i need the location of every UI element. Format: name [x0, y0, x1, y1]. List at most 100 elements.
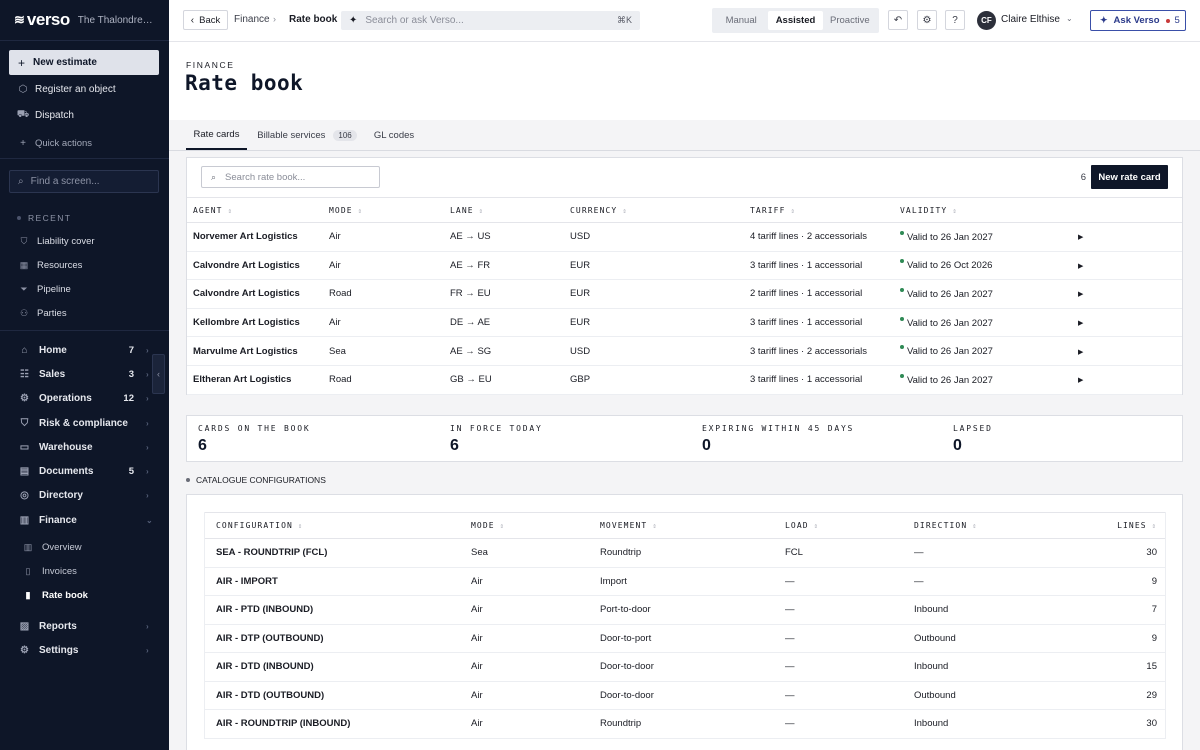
tab-rate-cards[interactable]: Rate cards: [186, 120, 247, 150]
column-header-configuration[interactable]: CONFIGURATION ⇕: [205, 512, 465, 539]
play-arrow-icon[interactable]: ▶: [1078, 377, 1083, 384]
truck-icon: ⛟: [16, 108, 30, 120]
column-header-validity[interactable]: VALIDITY ⇕: [894, 197, 1072, 223]
cell-agent: Norvemer Art Logistics: [187, 222, 323, 252]
table-row[interactable]: Marvulme Art Logistics Sea AE → SG USD 3 tar…: [187, 336, 1182, 366]
help-button[interactable]: ?: [945, 10, 965, 30]
nav-finance[interactable]: ▥ Finance ⌄: [18, 511, 154, 529]
sort-icon: ⇕: [478, 206, 484, 215]
play-arrow-icon[interactable]: ▶: [1078, 291, 1083, 298]
table-row[interactable]: Calvondre Art Logistics Road FR → EU EUR 2 t…: [187, 279, 1182, 309]
recent-item-parties[interactable]: ⚇ Parties: [18, 305, 67, 321]
recent-item-resources[interactable]: ▦ Resources: [18, 257, 83, 273]
column-header-direction[interactable]: DIRECTION ⇕: [908, 512, 1058, 539]
new-estimate-button[interactable]: + New estimate: [9, 50, 159, 75]
settings-button[interactable]: ⚙: [917, 10, 937, 30]
org-name[interactable]: The Thalondre Ar...: [78, 15, 153, 26]
cell-configuration: AIR - ROUNDTRIP (INBOUND): [205, 709, 465, 739]
status-dot: [900, 345, 904, 350]
nav-sales[interactable]: ☷ Sales 3 ›: [18, 365, 154, 383]
table-row[interactable]: AIR - DTD (OUTBOUND) Air Door-to-door — Outb…: [205, 681, 1165, 710]
table-row[interactable]: AIR - IMPORT Air Import — —9: [205, 567, 1165, 596]
chart-icon: ▥: [23, 541, 33, 552]
nav-operations[interactable]: ⚙ Operations 12 ›: [18, 389, 154, 407]
nav-label: Warehouse: [39, 441, 93, 453]
table-row[interactable]: SEA - ROUNDTRIP (FCL) Sea Roundtrip FCL —30: [205, 538, 1165, 568]
mode-assisted-button[interactable]: Assisted: [768, 11, 823, 30]
cell-actions[interactable]: ▶: [1072, 336, 1182, 366]
avatar[interactable]: CF: [977, 11, 996, 30]
breadcrumb-finance[interactable]: Finance: [234, 14, 270, 25]
back-button[interactable]: ‹ Back: [183, 10, 228, 30]
tab-gl-codes[interactable]: GL codes: [367, 120, 421, 150]
recent-item-pipeline[interactable]: ⏷ Pipeline: [18, 281, 70, 297]
status-dot: [900, 230, 904, 235]
play-arrow-icon[interactable]: ▶: [1078, 320, 1083, 327]
new-rate-card-button[interactable]: New rate card: [1091, 165, 1168, 189]
global-search-input[interactable]: ✦ Search or ask Verso... ⌘K: [341, 11, 640, 30]
cell-actions[interactable]: ▶: [1072, 365, 1182, 395]
verso-logo-icon: ≋: [14, 12, 25, 27]
nav-directory[interactable]: ◎ Directory ›: [18, 486, 154, 504]
table-row[interactable]: Calvondre Art Logistics Air AE → FR EUR 3 ta…: [187, 251, 1182, 281]
column-header-agent[interactable]: AGENT ⇕: [187, 197, 323, 223]
status-dot: [900, 316, 904, 321]
table-row[interactable]: AIR - DTP (OUTBOUND) Air Door-to-port — Outb…: [205, 624, 1165, 653]
cell-actions[interactable]: ▶: [1072, 222, 1182, 252]
rate-book-search-input[interactable]: ⌕ Search rate book...: [201, 166, 380, 188]
user-name[interactable]: Claire Elthise: [1001, 14, 1060, 25]
register-object-button[interactable]: ⬡ Register an object: [18, 80, 116, 98]
cell-configuration: AIR - DTD (OUTBOUND): [205, 681, 465, 710]
nav-finance-overview[interactable]: ▥ Overview: [22, 539, 82, 555]
undo-button[interactable]: ↶: [888, 10, 908, 30]
table-row[interactable]: AIR - PTD (INBOUND) Air Port-to-door — Inbou…: [205, 595, 1165, 625]
column-header-load[interactable]: LOAD ⇕: [779, 512, 908, 539]
cell-lane: DE → AE: [444, 308, 564, 338]
chevron-down-icon[interactable]: ⌄: [1066, 14, 1073, 23]
play-arrow-icon[interactable]: ▶: [1078, 234, 1083, 241]
column-header-lane[interactable]: LANE ⇕: [444, 197, 564, 223]
divider: [0, 40, 169, 41]
search-icon: ⌕: [18, 176, 24, 187]
nav-settings[interactable]: ⚙ Settings ›: [18, 641, 154, 659]
table-row[interactable]: AIR - ROUNDTRIP (INBOUND) Air Roundtrip — In…: [205, 709, 1165, 739]
cell-actions[interactable]: ▶: [1072, 279, 1182, 309]
brand[interactable]: ≋ verso The Thalondre Ar...: [14, 10, 153, 29]
nav-finance-invoices[interactable]: ▯ Invoices: [22, 563, 77, 579]
sort-icon: ⇕: [813, 522, 819, 530]
table-row[interactable]: Norvemer Art Logistics Air AE → US USD 4 tar…: [187, 222, 1182, 252]
mode-proactive-button[interactable]: Proactive: [823, 11, 877, 30]
cell-actions[interactable]: ▶: [1072, 308, 1182, 338]
table-row[interactable]: AIR - DTD (INBOUND) Air Door-to-door — Inbou…: [205, 652, 1165, 682]
nav-warehouse[interactable]: ▭ Warehouse ›: [18, 438, 154, 456]
play-arrow-icon[interactable]: ▶: [1078, 349, 1083, 356]
mode-manual-button[interactable]: Manual: [714, 11, 768, 30]
nav-risk-compliance[interactable]: ⛉ Risk & compliance ›: [18, 414, 154, 432]
column-header-mode[interactable]: MODE ⇕: [465, 512, 594, 539]
tab-billable-services[interactable]: Billable services 106: [255, 120, 359, 150]
cell-actions[interactable]: ▶: [1072, 251, 1182, 281]
nav-reports[interactable]: ▨ Reports ›: [18, 617, 154, 635]
column-header-currency[interactable]: CURRENCY ⇕: [564, 197, 744, 223]
nav-count-badge: 5: [128, 465, 134, 477]
column-header-lines[interactable]: LINES ⇕: [1058, 512, 1165, 539]
find-screen-input[interactable]: ⌕ Find a screen...: [9, 170, 159, 193]
quick-actions-button[interactable]: + Quick actions: [18, 134, 92, 152]
column-header-movement[interactable]: MOVEMENT ⇕: [594, 512, 779, 539]
dispatch-button[interactable]: ⛟ Dispatch: [16, 106, 74, 124]
cell-lane: AE → US: [444, 222, 564, 252]
recent-item-liability-cover[interactable]: ⛉ Liability cover: [18, 233, 95, 249]
table-row[interactable]: Kellombre Art Logistics Air DE → AE EUR 3 ta…: [187, 308, 1182, 338]
chevron-right-icon: ›: [146, 393, 149, 403]
ask-verso-button[interactable]: ✦ Ask Verso 5: [1090, 10, 1186, 31]
nav-finance-rate-book[interactable]: ▮ Rate book: [22, 587, 88, 603]
nav-documents[interactable]: ▤ Documents 5 ›: [18, 462, 154, 480]
table-row[interactable]: Eltheran Art Logistics Road GB → EU GBP 3 ta…: [187, 365, 1182, 395]
play-arrow-icon[interactable]: ▶: [1078, 263, 1083, 270]
cell-mode: Air: [465, 595, 594, 625]
stat-cards-on-book: CARDS ON THE BOOK 6: [198, 424, 310, 455]
collapse-sidebar-button[interactable]: ‹: [152, 354, 165, 394]
column-header-tariff[interactable]: TARIFF ⇕: [744, 197, 894, 223]
nav-home[interactable]: ⌂ Home 7 ›: [18, 341, 154, 359]
column-header-mode[interactable]: MODE ⇕: [323, 197, 444, 223]
